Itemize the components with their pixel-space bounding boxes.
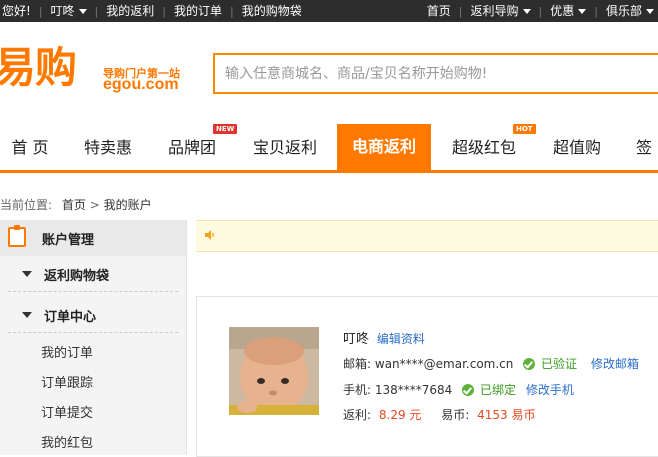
phone-bound-status: 已绑定 [479,383,516,397]
nav-brand-group-label: 品牌团 [167,138,216,157]
new-badge: NEW [213,124,238,134]
nav-super-redpacket[interactable]: 超级红包 HOT [444,124,536,170]
nav-flash-sale-label: 特卖惠 [83,138,132,157]
nav-flash-sale[interactable]: 特卖惠 [76,126,140,170]
triangle-down-icon [22,312,32,318]
sidebar-group-label: 订单中心 [44,310,97,325]
sidebar-group-order-center[interactable]: 订单中心 [0,298,186,332]
coins-value: 4153 易币 [477,408,536,422]
sidebar-item-my-redpacket[interactable]: 我的红包 [41,432,93,451]
speaker-icon [205,230,214,240]
change-email-link[interactable]: 修改邮箱 [591,357,639,371]
phone-row: 手机: 138****7684 已绑定 修改手机 [343,381,574,398]
notice-bar [196,220,658,252]
user-menu[interactable]: 叮咚 [43,0,95,22]
email-row: 邮箱: wan****@emar.com.cn 已验证 修改邮箱 [343,355,639,372]
nav-home[interactable]: 首 页 [0,126,60,170]
triangle-down-icon [22,271,32,277]
phone-label: 手机: [343,383,372,397]
profile-name-row: 叮咚 编辑资料 [343,328,425,347]
nav-value-buy[interactable]: 超值购 [545,126,609,170]
clipboard-icon [8,225,26,247]
my-rebate-link[interactable]: 我的返利 [98,0,162,22]
deals-menu[interactable]: 优惠 [542,0,594,22]
change-phone-link[interactable]: 修改手机 [526,383,574,397]
balance-row: 返利: 8.29 元 易币: 4153 易币 [343,406,535,423]
nav-brand-group[interactable]: 品牌团 NEW [160,124,238,170]
check-circle-icon [523,358,536,370]
main-nav: 首 页 特卖惠 品牌团 NEW 宝贝返利 电商返利 超级红包 HOT 超值购 签 [0,124,658,172]
email-verified-status: 已验证 [541,357,578,371]
sidebar-item-order-tracking[interactable]: 订单跟踪 [41,372,93,391]
email-value: wan****@emar.com.cn [374,357,514,371]
breadcrumb: 当前位置: 首页 > 我的账户 [0,196,152,213]
check-circle-icon [462,384,475,396]
sidebar-group-rebate-cart[interactable]: 返利购物袋 [0,257,186,291]
nav-checkin[interactable]: 签 [630,126,658,170]
edit-profile-link[interactable]: 编辑资料 [377,332,425,346]
email-label: 邮箱: [343,357,372,371]
breadcrumb-separator: > [89,198,100,212]
avatar[interactable] [229,327,319,415]
nav-item-rebate-label: 宝贝返利 [252,138,317,157]
nav-super-redpacket-label: 超级红包 [451,138,516,157]
sidebar-header: 账户管理 [0,220,186,256]
my-orders-link[interactable]: 我的订单 [166,0,230,22]
breadcrumb-current: 我的账户 [103,198,152,212]
site-logo[interactable]: 易购 导购门户第一站 egou.com [0,40,200,98]
coins-label: 易币: [441,408,470,422]
profile-name: 叮咚 [343,332,370,347]
sidebar-group-label: 返利购物袋 [44,269,110,284]
phone-value: 138****7684 [374,383,453,397]
nav-home-label: 首 页 [11,138,49,157]
rebate-guide-menu[interactable]: 返利导购 [463,0,539,22]
profile-card: 叮咚 编辑资料 邮箱: wan****@emar.com.cn 已验证 修改邮箱… [196,296,658,457]
my-cart-link[interactable]: 我的购物袋 [234,0,310,22]
hot-badge: HOT [513,124,536,134]
greeting-text: 您好! [2,4,31,18]
sidebar-item-order-submit[interactable]: 订单提交 [41,402,93,421]
breadcrumb-prefix: 当前位置: [0,198,53,212]
nav-checkin-label: 签 [636,138,653,157]
sidebar-title: 账户管理 [42,233,95,248]
logo-wordmark: 易购 [0,43,77,92]
divider [8,332,178,333]
nav-value-buy-label: 超值购 [552,138,601,157]
search-input[interactable] [215,55,655,92]
nav-store-rebate-label: 电商返利 [351,137,416,156]
rebate-value: 8.29 元 [378,408,422,422]
rebate-label: 返利: [343,408,372,422]
nav-store-rebate[interactable]: 电商返利 [337,124,431,172]
breadcrumb-home-link[interactable]: 首页 [62,198,86,212]
baby-photo [229,327,319,415]
club-menu[interactable]: 俱乐部 [598,0,658,22]
nav-underline [0,170,658,173]
home-link[interactable]: 首页 [419,0,459,22]
nav-item-rebate[interactable]: 宝贝返利 [245,126,325,170]
top-bar: 您好! | 叮咚 | 我的返利 | 我的订单 | 我的购物袋 首页 | 返利导购… [0,0,658,22]
logo-domain: egou.com [103,76,179,93]
account-sidebar: 账户管理 返利购物袋 订单中心 我的订单 订单跟踪 订单提交 我的红包 [0,220,187,455]
search-box[interactable] [213,53,658,94]
sidebar-item-my-orders[interactable]: 我的订单 [41,342,93,361]
divider [8,291,178,292]
